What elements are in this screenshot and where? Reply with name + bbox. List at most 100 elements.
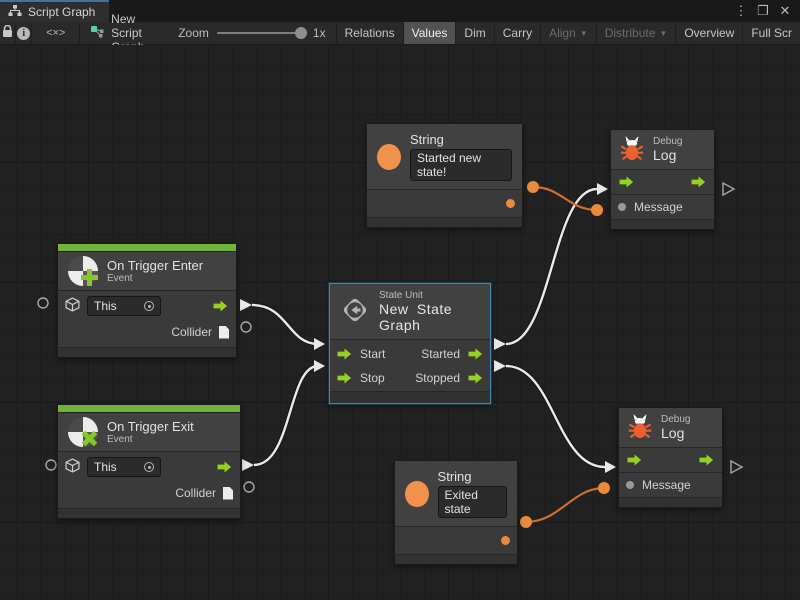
wire-string-message-bottom[interactable]	[526, 488, 604, 522]
chevron-down-icon: ▼	[580, 29, 588, 38]
message-input-port[interactable]	[618, 203, 626, 211]
node-string-bottom[interactable]: String Exited state	[394, 460, 518, 565]
object-picker-icon[interactable]	[144, 301, 154, 311]
string-value-input[interactable]: Exited state	[438, 486, 507, 518]
string-output-port[interactable]	[501, 536, 510, 545]
overview-button[interactable]: Overview	[676, 22, 743, 44]
string-value-text: Exited state	[445, 488, 500, 516]
plus-icon	[81, 269, 98, 286]
menu-dots-icon[interactable]: ⋮	[732, 3, 750, 19]
dim-toggle[interactable]: Dim	[456, 22, 494, 44]
node-title: On Trigger Exit	[107, 419, 194, 434]
wire-arrowhead	[314, 338, 325, 350]
wire-stopped-debug[interactable]	[506, 366, 605, 467]
event-color-bar	[58, 244, 236, 251]
node-footer	[611, 220, 714, 229]
flow-in-port[interactable]	[626, 454, 643, 466]
unconnected-port[interactable]	[241, 322, 251, 332]
wire-start-triangle	[494, 338, 506, 350]
state-unit-icon	[340, 295, 370, 328]
node-debug-log-bottom[interactable]: Debug Log Message	[618, 407, 723, 508]
node-on-trigger-exit[interactable]: On Trigger Exit Event This Collider	[57, 404, 241, 519]
code-view-button[interactable]: <×>	[32, 22, 80, 44]
node-debug-log-top[interactable]: Debug Log Message	[610, 129, 715, 230]
flow-out-port[interactable]	[698, 454, 715, 466]
gameobject-cube-icon[interactable]	[65, 458, 80, 476]
inspect-button[interactable]: i	[16, 22, 32, 44]
wire-exit-stop[interactable]	[254, 366, 318, 465]
carry-toggle[interactable]: Carry	[495, 22, 541, 44]
bug-icon	[620, 135, 644, 164]
node-title: Log	[661, 425, 690, 441]
wire-arrowhead	[597, 183, 608, 195]
maximize-icon[interactable]: ❐	[754, 3, 772, 19]
node-footer	[395, 555, 517, 564]
graph-icon	[90, 25, 105, 41]
graph-canvas[interactable]: String Started new state! Debug Log	[0, 45, 800, 600]
hierarchy-icon	[8, 5, 22, 20]
relations-toggle[interactable]: Relations	[337, 22, 404, 44]
flow-continue-triangle	[731, 461, 742, 473]
target-object-value: This	[94, 460, 117, 474]
graph-toolbar: i <×> New Script Graph Zoom 1x Relations…	[0, 22, 800, 45]
zoom-slider-knob[interactable]	[295, 27, 307, 39]
align-dropdown[interactable]: Align ▼	[541, 22, 597, 44]
string-literal-icon	[377, 144, 401, 170]
info-icon: i	[17, 27, 30, 40]
tab-script-graph[interactable]: Script Graph	[0, 0, 109, 22]
wire-value-dot	[520, 516, 532, 528]
flow-out-port[interactable]	[212, 300, 229, 312]
string-literal-icon	[405, 481, 429, 507]
distribute-dropdown[interactable]: Distribute ▼	[597, 22, 677, 44]
node-title: New State Graph	[379, 301, 480, 333]
close-icon[interactable]: ✕	[776, 3, 794, 19]
object-picker-icon[interactable]	[144, 462, 154, 472]
wire-value-dot	[598, 482, 610, 494]
unconnected-port[interactable]	[38, 298, 48, 308]
node-footer	[58, 348, 236, 357]
stop-in-port[interactable]	[337, 372, 352, 384]
node-subtitle: State Unit	[379, 290, 480, 301]
tab-title: Script Graph	[28, 5, 95, 19]
values-toggle[interactable]: Values	[404, 22, 457, 44]
gameobject-cube-icon[interactable]	[65, 297, 80, 315]
node-string-top[interactable]: String Started new state!	[366, 123, 523, 228]
flow-out-port[interactable]	[690, 176, 707, 188]
target-object-value: This	[94, 299, 117, 313]
node-title: String	[438, 469, 507, 484]
stopped-out-port[interactable]	[468, 372, 483, 384]
flow-in-port[interactable]	[618, 176, 635, 188]
node-title: On Trigger Enter	[107, 258, 203, 273]
collider-type-icon[interactable]	[223, 487, 233, 500]
port-label: Started	[421, 347, 460, 361]
node-title: Log	[653, 147, 682, 163]
start-in-port[interactable]	[337, 348, 352, 360]
collider-type-icon[interactable]	[219, 326, 229, 339]
graph-breadcrumb[interactable]: New Script Graph	[80, 22, 174, 44]
unconnected-port[interactable]	[46, 460, 56, 470]
zoom-slider[interactable]	[217, 32, 305, 34]
distribute-label: Distribute	[605, 26, 656, 40]
port-label: Stopped	[415, 371, 460, 385]
message-input-port[interactable]	[626, 481, 634, 489]
target-object-field[interactable]: This	[87, 457, 161, 477]
string-value-text: Started new state!	[417, 151, 505, 179]
port-label: Message	[634, 200, 683, 214]
lock-button[interactable]	[0, 22, 16, 44]
wire-start-triangle	[494, 360, 506, 372]
bug-icon	[628, 413, 652, 442]
unconnected-port[interactable]	[244, 482, 254, 492]
port-label: Collider	[175, 486, 216, 500]
started-out-port[interactable]	[468, 348, 483, 360]
node-footer	[58, 509, 240, 518]
string-output-port[interactable]	[506, 199, 515, 208]
flow-out-port[interactable]	[216, 461, 233, 473]
string-value-input[interactable]: Started new state!	[410, 149, 512, 181]
target-object-field[interactable]: This	[87, 296, 161, 316]
code-icon: <×>	[46, 27, 65, 39]
node-footer	[619, 498, 722, 507]
wire-start-triangle	[242, 459, 254, 471]
fullscreen-button[interactable]: Full Scr	[743, 22, 800, 44]
node-state-unit[interactable]: State Unit New State Graph Start Started…	[329, 283, 491, 404]
node-on-trigger-enter[interactable]: On Trigger Enter Event This Collider	[57, 243, 237, 358]
